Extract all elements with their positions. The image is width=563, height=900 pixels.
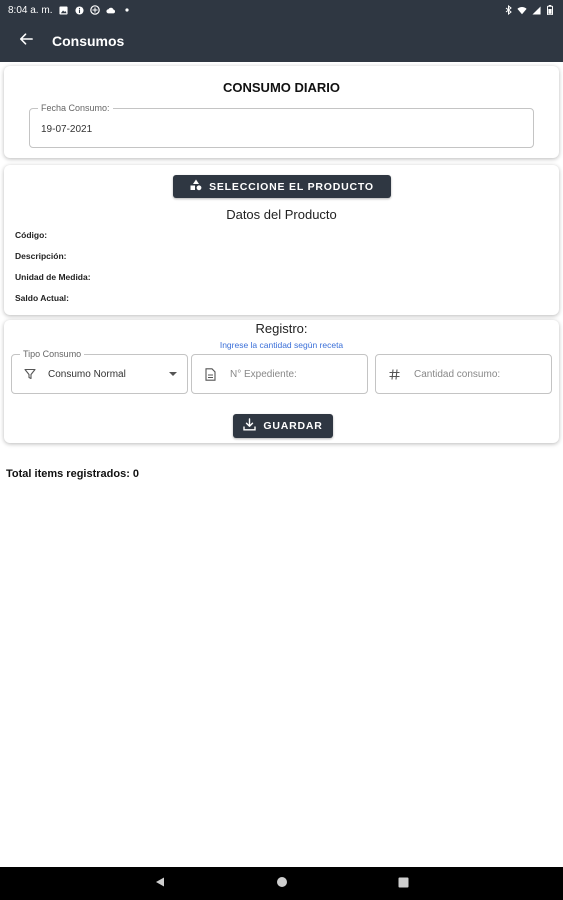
- registro-card: Registro: Ingrese la cantidad según rece…: [4, 320, 559, 443]
- daily-consumption-card: CONSUMO DIARIO Fecha Consumo: 19-07-2021: [4, 66, 559, 158]
- product-description-label: Descripción:: [15, 251, 67, 261]
- consumption-date-label: Fecha Consumo:: [38, 103, 113, 114]
- daily-consumption-title: CONSUMO DIARIO: [223, 80, 340, 95]
- wifi-icon: [517, 5, 527, 15]
- signal-icon: [531, 5, 541, 15]
- consumption-type-value: Consumo Normal: [48, 368, 126, 380]
- product-code-label: Código:: [15, 230, 48, 240]
- expediente-input[interactable]: N° Expediente:: [191, 354, 368, 394]
- shapes-icon: [190, 179, 202, 194]
- status-bar-right: [503, 5, 555, 15]
- back-triangle-icon: [154, 875, 166, 893]
- save-label: GUARDAR: [263, 420, 323, 432]
- product-data-title: Datos del Producto: [226, 207, 337, 222]
- select-product-button[interactable]: SELECCIONE EL PRODUCTO: [173, 175, 391, 198]
- nav-home-button[interactable]: [275, 875, 289, 893]
- cantidad-consumo-placeholder: Cantidad consumo:: [414, 368, 501, 380]
- image-icon: [58, 5, 68, 15]
- info-icon: [74, 5, 84, 15]
- app-bar: Consumos: [0, 20, 563, 62]
- consumption-date-value: 19-07-2021: [41, 124, 93, 135]
- recents-square-icon: [398, 875, 409, 893]
- total-items-label: Total items registrados: 0: [6, 468, 140, 480]
- save-button[interactable]: GUARDAR: [233, 414, 333, 438]
- status-bar-left: 8:04 a. m.: [8, 5, 132, 16]
- consumption-type-label: Tipo Consumo: [20, 349, 85, 360]
- product-unit-label: Unidad de Medida:: [15, 272, 91, 282]
- download-icon: [243, 418, 257, 434]
- cantidad-consumo-input[interactable]: Cantidad consumo:: [375, 354, 552, 394]
- nav-back-button[interactable]: [153, 877, 167, 891]
- select-product-label: SELECCIONE EL PRODUCTO: [209, 180, 374, 193]
- vpn-icon: [90, 5, 101, 15]
- home-circle-icon: [276, 875, 288, 893]
- arrow-back-icon: [19, 32, 33, 51]
- status-time: 8:04 a. m.: [8, 4, 53, 16]
- filter-icon: [22, 366, 38, 382]
- consumption-date-field[interactable]: Fecha Consumo: 19-07-2021: [29, 103, 534, 148]
- battery-icon: [545, 5, 555, 15]
- page-title: Consumos: [52, 33, 125, 49]
- document-icon: [202, 366, 218, 382]
- registro-hint: Ingrese la cantidad según receta: [219, 340, 344, 350]
- bluetooth-icon: [503, 5, 513, 15]
- nav-recents-button[interactable]: [397, 877, 411, 891]
- system-nav-bar: [0, 867, 563, 900]
- status-bar: 8:04 a. m.: [0, 0, 563, 20]
- back-button[interactable]: [0, 20, 52, 62]
- expediente-placeholder: N° Expediente:: [230, 368, 297, 380]
- product-balance-label: Saldo Actual:: [15, 293, 69, 303]
- chevron-down-icon: [169, 372, 177, 376]
- registro-title: Registro:: [255, 321, 308, 336]
- hash-icon: [386, 366, 402, 382]
- dot-icon: [122, 5, 132, 15]
- product-card: SELECCIONE EL PRODUCTO Datos del Product…: [4, 165, 559, 315]
- cloud-icon: [106, 5, 116, 15]
- consumption-type-select[interactable]: Tipo Consumo Consumo Normal: [11, 349, 188, 394]
